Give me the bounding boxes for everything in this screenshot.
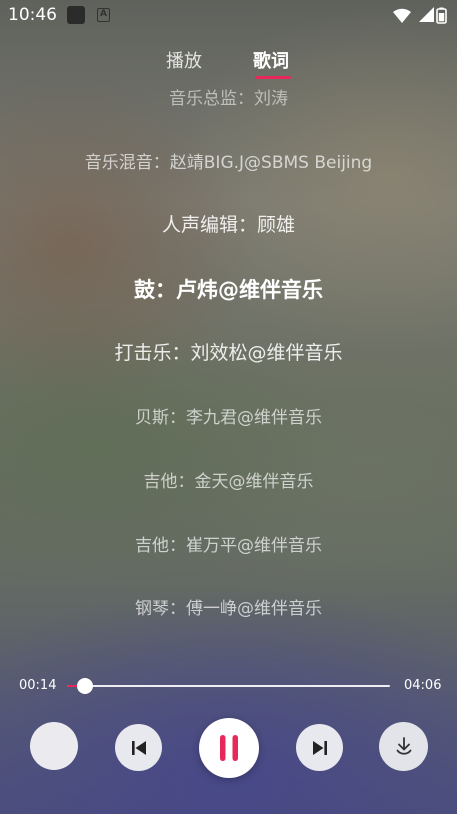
notification-a-icon: A (97, 8, 110, 22)
progress-thumb[interactable] (77, 678, 94, 694)
skip-previous-icon (131, 740, 146, 755)
status-bar: 10:46 A (0, 0, 457, 32)
next-button[interactable] (296, 724, 343, 771)
tab-play[interactable]: 播放 (166, 47, 202, 73)
pause-button[interactable] (199, 718, 259, 778)
album-cover-button[interactable] (30, 722, 78, 770)
progress-bar[interactable] (67, 678, 390, 694)
tab-lyrics[interactable]: 歌词 (253, 47, 289, 73)
download-icon (396, 736, 411, 755)
download-button[interactable] (379, 722, 428, 771)
lyric-line: 人声编辑：顾雄 (161, 214, 295, 236)
total-time: 04:06 (404, 678, 442, 693)
lyric-line: 吉他：金天@维伴音乐 (143, 472, 314, 492)
lyric-line-current: 鼓：卢炜@维伴音乐 (134, 278, 323, 302)
lyric-line: 钢琴：傅一峥@维伴音乐 (135, 599, 322, 619)
skip-next-icon (312, 740, 327, 755)
lyric-line: 音乐混音：赵靖BIG.J@SBMS Beijing (84, 153, 373, 173)
notification-app-icon (67, 6, 85, 24)
previous-button[interactable] (115, 724, 162, 771)
lyric-line: 贝斯：李九君@维伴音乐 (135, 408, 322, 428)
battery-icon (419, 7, 447, 24)
current-time: 00:14 (19, 678, 57, 693)
pause-icon (220, 735, 238, 761)
lyric-line: 打击乐：刘效松@维伴音乐 (114, 342, 343, 364)
lyric-line-partial: 音乐总监：刘涛 (169, 89, 288, 109)
status-time: 10:46 (8, 5, 57, 25)
lyrics-scroll-area[interactable]: 音乐总监：刘涛 音乐混音：赵靖BIG.J@SBMS Beijing 人声编辑：顾… (0, 88, 457, 658)
lyric-line: 吉他：崔万平@维伴音乐 (135, 536, 322, 556)
active-tab-indicator (255, 76, 291, 79)
wifi-icon (393, 8, 411, 23)
